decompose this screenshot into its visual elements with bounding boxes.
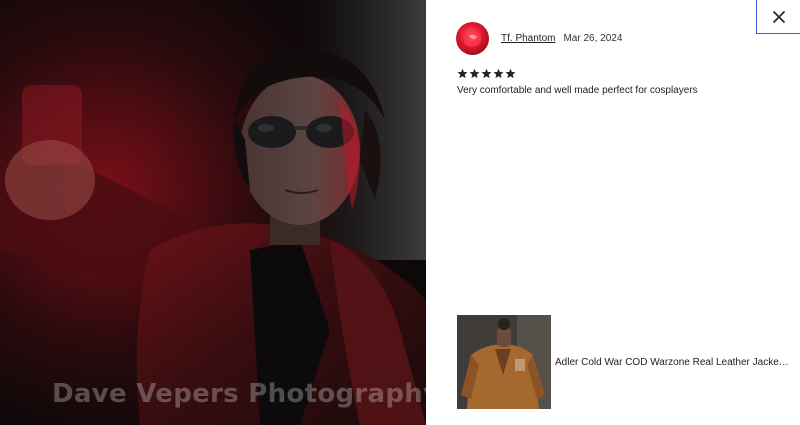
photo-watermark: Dave Vepers Photography bbox=[52, 379, 426, 409]
close-icon bbox=[772, 10, 785, 23]
star-icon bbox=[505, 68, 516, 79]
review-photo-image bbox=[0, 0, 426, 425]
star-rating bbox=[457, 68, 516, 79]
avatar-image bbox=[464, 30, 482, 48]
star-icon bbox=[493, 68, 504, 79]
reviewer-header: Tf. Phantom Mar 26, 2024 bbox=[456, 22, 622, 55]
product-title: Adler Cold War COD Warzone Real Leather … bbox=[555, 356, 790, 368]
reviewer-name-link[interactable]: Tf. Phantom bbox=[501, 33, 555, 44]
review-photo: Dave Vepers Photography bbox=[0, 0, 426, 425]
star-icon bbox=[469, 68, 480, 79]
star-icon bbox=[457, 68, 468, 79]
purchased-item-link[interactable]: Adler Cold War COD Warzone Real Leather … bbox=[457, 315, 790, 409]
product-thumbnail bbox=[457, 315, 551, 409]
review-text: Very comfortable and well made perfect f… bbox=[457, 85, 698, 96]
star-icon bbox=[481, 68, 492, 79]
review-date: Mar 26, 2024 bbox=[563, 33, 623, 44]
close-button[interactable] bbox=[756, 0, 800, 34]
avatar[interactable] bbox=[456, 22, 489, 55]
product-thumbnail-image bbox=[457, 315, 551, 409]
review-details-panel: Tf. Phantom Mar 26, 2024 Very comfortabl… bbox=[426, 0, 800, 425]
